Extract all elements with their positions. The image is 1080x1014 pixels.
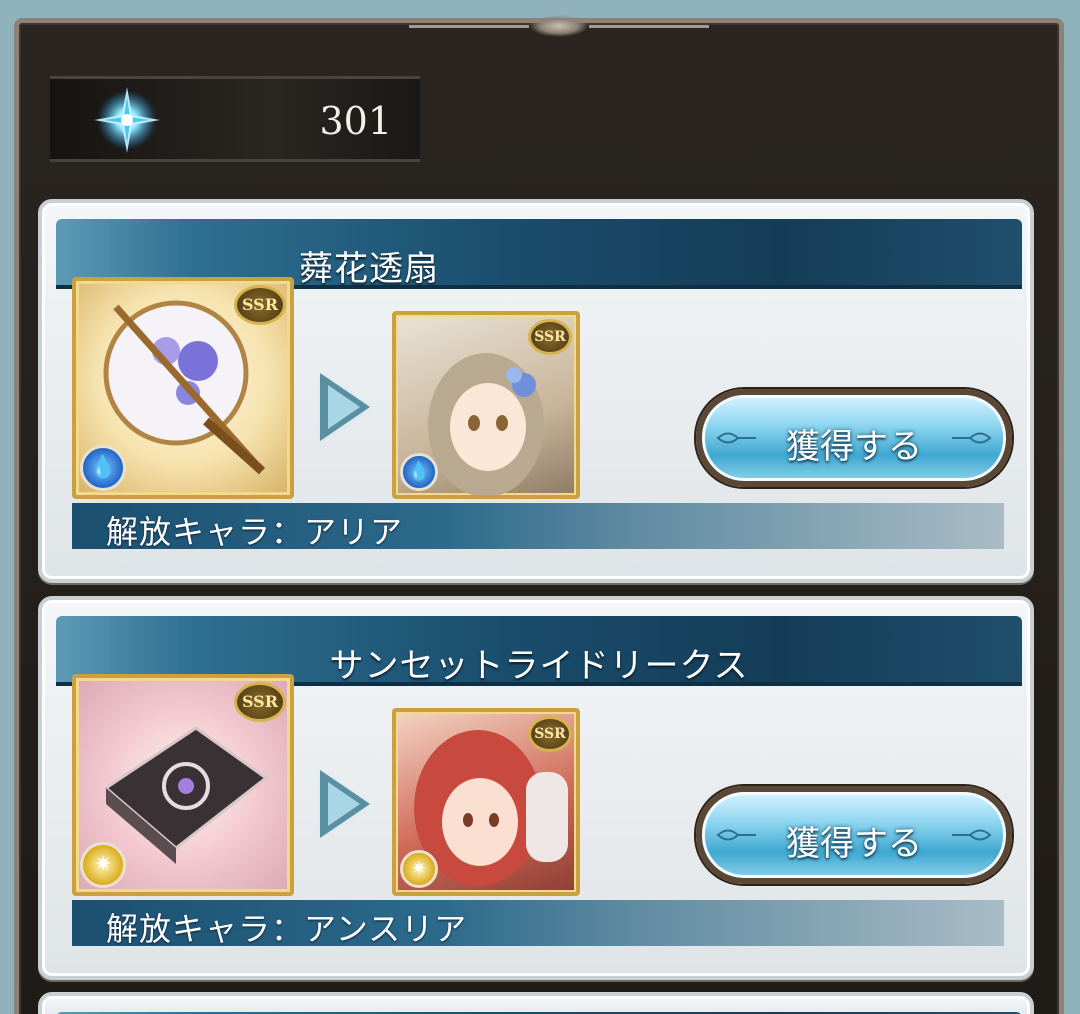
release-character-text: 解放キャラ：アンスリア	[106, 910, 468, 948]
frame-ornament	[409, 15, 709, 37]
water-element-icon: 💧	[400, 453, 438, 491]
ssr-badge: SSR	[234, 285, 286, 325]
release-character-bar: 解放キャラ：アリア	[72, 503, 1004, 551]
weapon-icon[interactable]: SSR 💧	[72, 277, 294, 499]
obtain-button[interactable]: 獲得する	[696, 389, 1012, 487]
crystal-counter: 301	[50, 76, 420, 162]
arrow-right-icon	[320, 373, 370, 441]
release-character-bar: 解放キャラ：アンスリア	[72, 900, 1004, 948]
water-element-icon: 💧	[80, 445, 126, 491]
ornament-icon	[952, 829, 992, 841]
weapon-card: サンセットライドリークス SSR ✷ SSR ✷ 獲得する 解放キャラ：アンスリ…	[38, 596, 1034, 980]
weapon-card: 蕣花透扇 SSR 💧 SSR 💧 獲得する 解放キャラ：アリア	[38, 199, 1034, 583]
ssr-badge: SSR	[528, 319, 572, 355]
crystal-count: 301	[319, 99, 392, 143]
arrow-right-icon	[320, 770, 370, 838]
character-portrait[interactable]: SSR ✷	[392, 708, 580, 896]
crystal-icon	[94, 87, 160, 153]
ssr-badge: SSR	[234, 682, 286, 722]
weapon-card	[38, 992, 1034, 1014]
release-character-text: 解放キャラ：アリア	[106, 513, 404, 551]
obtain-button[interactable]: 獲得する	[696, 786, 1012, 884]
light-element-icon: ✷	[400, 850, 438, 888]
ornament-icon	[952, 432, 992, 444]
weapon-icon[interactable]: SSR ✷	[72, 674, 294, 896]
character-portrait[interactable]: SSR 💧	[392, 311, 580, 499]
light-element-icon: ✷	[80, 842, 126, 888]
ssr-badge: SSR	[528, 716, 572, 752]
